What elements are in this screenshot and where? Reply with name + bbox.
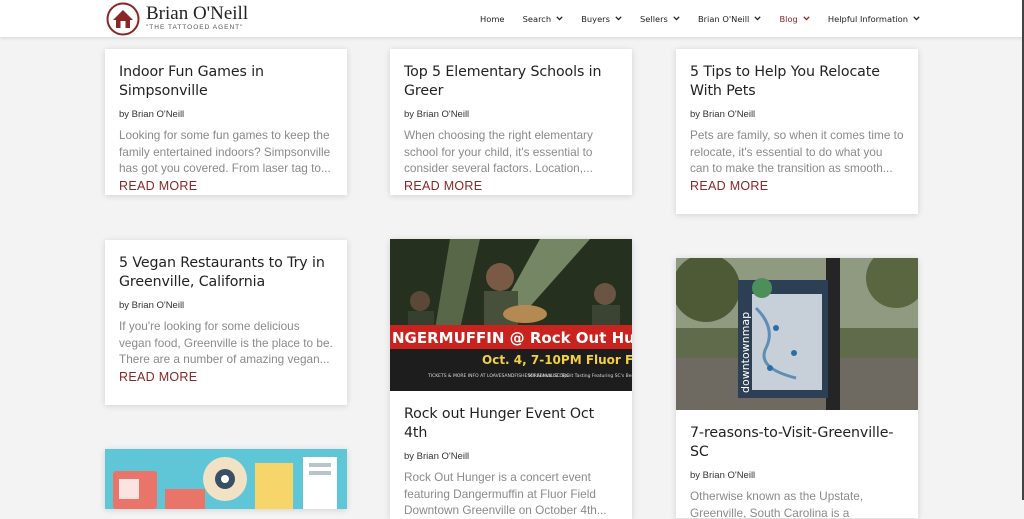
post-title[interactable]: 5 Vegan Restaurants to Try in Greenville… xyxy=(119,254,333,292)
nav-item-helpful-information[interactable]: Helpful Information xyxy=(828,14,920,24)
post-excerpt: When choosing the right elementary schoo… xyxy=(404,128,593,175)
nav-item-label: Helpful Information xyxy=(827,13,908,24)
chevron-down-icon xyxy=(673,16,680,21)
post-card: 5 Tips to Help You Relocate With Pets by… xyxy=(676,49,918,214)
post-image-downtown-map[interactable]: downtownmap xyxy=(676,258,918,410)
site-header: Brian O'Neill "THE TATTOOED AGENT" Home S… xyxy=(0,0,1024,37)
post-byline[interactable]: by Brian O'Neill xyxy=(119,300,333,311)
nav-item-label: Sellers xyxy=(640,13,668,24)
nav-item-label: Home xyxy=(480,13,505,24)
post-excerpt: Otherwise known as the Upstate, Greenvil… xyxy=(690,489,864,518)
post-byline[interactable]: by Brian O'Neill xyxy=(690,470,904,481)
nav-item-buyers[interactable]: Buyers xyxy=(581,14,622,24)
post-excerpt: Rock Out Hunger is a concert event featu… xyxy=(404,470,607,517)
chevron-down-icon xyxy=(615,16,622,21)
post-title[interactable]: 7-reasons-to-Visit-Greenville-SC xyxy=(690,424,904,462)
post-byline[interactable]: by Brian O'Neill xyxy=(404,451,618,462)
post-card xyxy=(105,449,347,509)
post-image-concert[interactable]: NGERMUFFIN @ Rock Out Hung Oct. 4, 7-10P… xyxy=(390,239,632,391)
post-byline[interactable]: by Brian O'Neill xyxy=(119,109,333,120)
read-more-link[interactable]: READ MORE xyxy=(690,179,768,193)
post-card: Indoor Fun Games in Simpsonville by Bria… xyxy=(105,49,347,195)
poster-date-text: Oct. 4, 7-10PM Fluor Fi xyxy=(482,353,632,367)
post-title[interactable]: 5 Tips to Help You Relocate With Pets xyxy=(690,63,904,101)
post-title[interactable]: Rock out Hunger Event Oct 4th xyxy=(404,405,618,443)
main-nav: Home Search Buyers Sellers Brian O'Neill Blog… xyxy=(480,0,920,37)
post-card: NGERMUFFIN @ Rock Out Hung Oct. 4, 7-10P… xyxy=(390,239,632,519)
nav-item-label: Blog xyxy=(779,13,798,24)
nav-item-sellers[interactable]: Sellers xyxy=(640,14,680,24)
post-excerpt: Pets are family, so when it comes time t… xyxy=(690,128,904,175)
house-logo-icon xyxy=(106,2,140,36)
post-card: Top 5 Elementary Schools in Greer by Bri… xyxy=(390,49,632,195)
nav-item-home[interactable]: Home xyxy=(480,14,505,24)
post-byline[interactable]: by Brian O'Neill xyxy=(690,109,904,120)
read-more-link[interactable]: READ MORE xyxy=(119,179,197,193)
poster-banner-text: NGERMUFFIN @ Rock Out Hung xyxy=(392,329,632,347)
read-more-link[interactable]: READ MORE xyxy=(119,370,197,384)
nav-item-label: Search xyxy=(522,13,552,24)
chevron-down-icon xyxy=(913,16,920,21)
post-title[interactable]: Top 5 Elementary Schools in Greer xyxy=(404,63,618,101)
chevron-down-icon xyxy=(754,16,762,21)
post-byline[interactable]: by Brian O'Neill xyxy=(404,109,618,120)
nav-item-label: Buyers xyxy=(581,13,610,24)
map-sign-label: downtownmap xyxy=(739,312,752,393)
chevron-down-icon xyxy=(803,16,810,21)
nav-item-label: Brian O'Neill xyxy=(697,13,750,24)
brand-tagline: "THE TATTOOED AGENT" xyxy=(146,24,244,31)
read-more-link[interactable]: READ MORE xyxy=(404,179,482,193)
post-card: downtownmap 7-reasons-to-Visit-Greenvill… xyxy=(676,258,918,518)
nav-item-brian-o-neill[interactable]: Brian O'Neill xyxy=(697,13,762,24)
post-thumbnail-image[interactable] xyxy=(105,449,347,509)
post-card: 5 Vegan Restaurants to Try in Greenville… xyxy=(105,240,347,405)
post-excerpt: If you're looking for some delicious veg… xyxy=(119,319,333,366)
post-title[interactable]: Indoor Fun Games in Simpsonville xyxy=(119,63,333,101)
nav-item-search[interactable]: Search xyxy=(523,14,564,24)
poster-tasting-text: 5th Annual SC Spirit Tasting Featuring S… xyxy=(528,373,632,379)
brand-name: Brian O'Neill xyxy=(146,3,249,24)
post-excerpt: Looking for some fun games to keep the f… xyxy=(119,128,331,175)
nav-item-blog[interactable]: Blog xyxy=(779,13,810,24)
chevron-down-icon xyxy=(556,16,563,21)
